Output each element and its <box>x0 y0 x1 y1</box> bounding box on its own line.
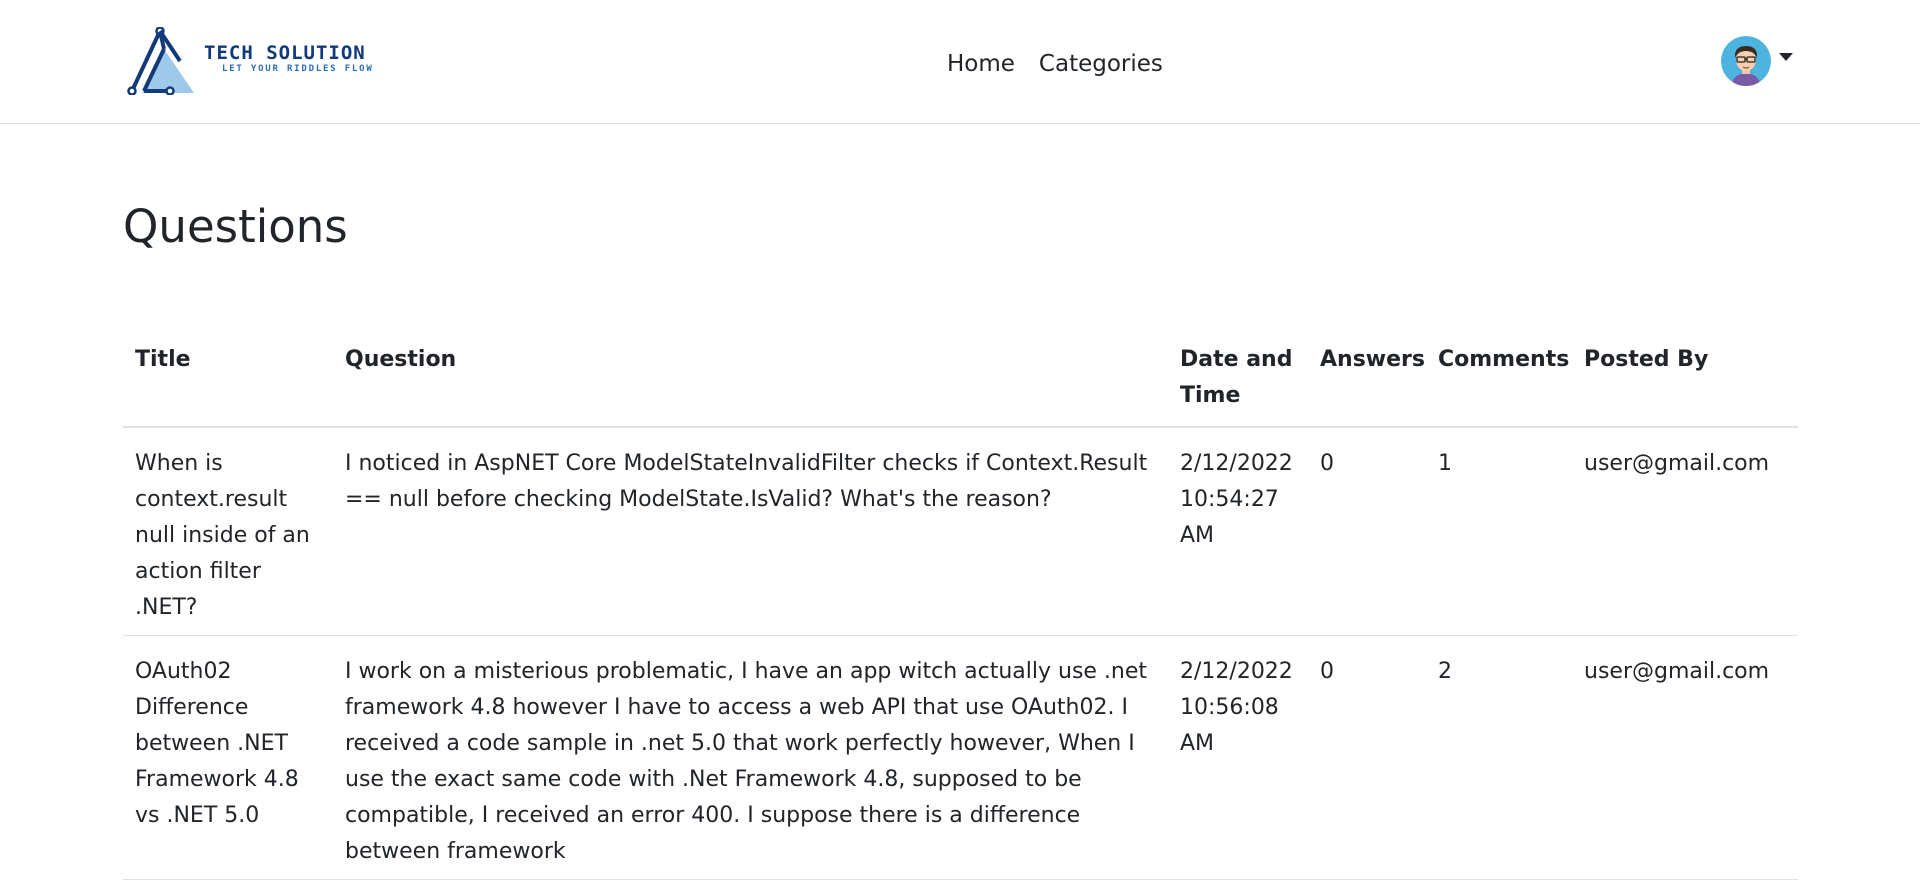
cell-answers: 0 <box>1308 635 1426 880</box>
cell-date: 2/12/2022 10:56:08 AM <box>1168 635 1308 880</box>
column-header-comments: Comments <box>1426 330 1572 428</box>
user-avatar-icon[interactable] <box>1721 36 1771 86</box>
user-menu-dropdown[interactable] <box>1721 36 1793 86</box>
brand-logo-link[interactable]: TECH SOLUTION LET YOUR RIDDLES FLOW <box>124 27 374 95</box>
brand-name: TECH SOLUTION <box>204 42 366 64</box>
questions-table: Title Question Date and Time Answers Com… <box>123 330 1798 880</box>
column-header-title: Title <box>123 330 333 428</box>
cell-posted-by: user@gmail.com <box>1572 635 1798 880</box>
cell-date: 2/12/2022 10:54:27 AM <box>1168 427 1308 636</box>
column-header-answers: Answers <box>1308 330 1426 428</box>
table-row[interactable]: When is context.result null inside of an… <box>123 427 1798 636</box>
cell-answers: 0 <box>1308 427 1426 636</box>
top-navbar: TECH SOLUTION LET YOUR RIDDLES FLOW Home… <box>0 0 1920 124</box>
cell-title[interactable]: OAuth02 Difference between .NET Framewor… <box>123 635 333 880</box>
column-header-posted-by: Posted By <box>1572 330 1798 428</box>
column-header-question: Question <box>333 330 1168 428</box>
column-header-date: Date and Time <box>1168 330 1308 428</box>
cell-posted-by: user@gmail.com <box>1572 427 1798 636</box>
cell-comments: 1 <box>1426 427 1572 636</box>
nav-link-home[interactable]: Home <box>947 47 1027 81</box>
questions-table-container: Title Question Date and Time Answers Com… <box>123 330 1798 880</box>
cell-title[interactable]: When is context.result null inside of an… <box>123 427 333 636</box>
tech-solution-logo-icon <box>127 27 194 95</box>
cell-comments: 2 <box>1426 635 1572 880</box>
brand-text: TECH SOLUTION LET YOUR RIDDLES FLOW <box>204 43 374 75</box>
page-title: Questions <box>123 200 348 253</box>
cell-question: I noticed in AspNET Core ModelStateInval… <box>333 427 1168 636</box>
table-row[interactable]: OAuth02 Difference between .NET Framewor… <box>123 635 1798 880</box>
brand-tagline: LET YOUR RIDDLES FLOW <box>222 64 374 74</box>
table-header-row: Title Question Date and Time Answers Com… <box>123 330 1798 428</box>
nav-link-categories[interactable]: Categories <box>1027 47 1175 81</box>
cell-question: I work on a misterious problematic, I ha… <box>333 635 1168 880</box>
main-nav: Home Categories <box>947 47 1175 81</box>
caret-down-icon[interactable] <box>1779 53 1793 61</box>
